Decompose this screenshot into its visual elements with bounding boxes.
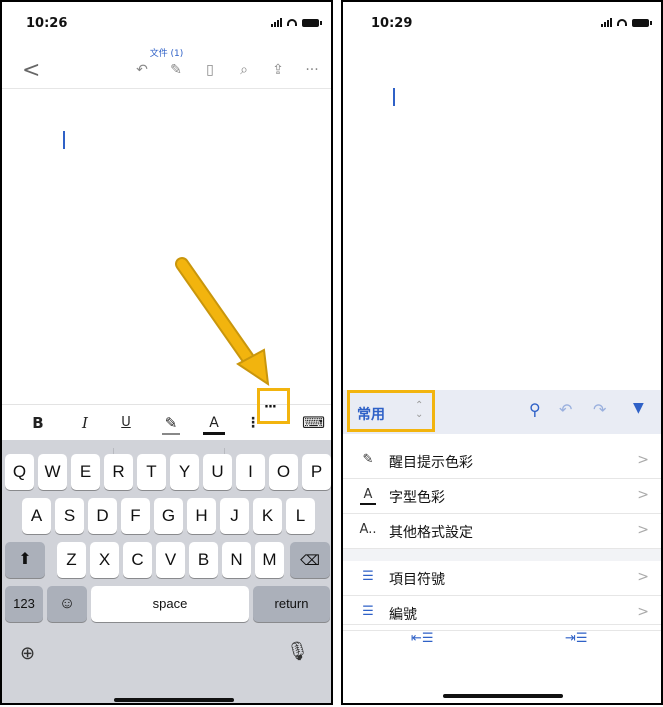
key-f[interactable]: F (121, 498, 150, 534)
underline-button[interactable]: U (116, 411, 136, 435)
chevron-right-icon: > (637, 604, 649, 620)
numbering-icon: ☰ (362, 604, 374, 619)
space-key[interactable]: space (91, 586, 249, 622)
menu-item-bullets[interactable]: ☰ 項目符號 > (343, 561, 661, 596)
highlight-box (347, 390, 435, 432)
key-p[interactable]: P (302, 454, 331, 490)
highlight-box (257, 388, 290, 424)
increase-indent-icon[interactable]: ⇥☰ (565, 631, 588, 646)
key-m[interactable]: M (255, 542, 284, 578)
key-u[interactable]: U (203, 454, 232, 490)
highlight-icon: ✎ (362, 452, 374, 467)
left-phone-screen: 10:26 文件 (1) < ↶ ✎ ▯ ⌕ ⇪ ··· B I U ✎ A ⋮… (0, 0, 333, 705)
key-row-1: QWERTYUIOP (2, 454, 331, 490)
section-divider (343, 549, 661, 561)
microphone-icon[interactable]: 🎙 (286, 641, 309, 662)
undo-icon[interactable]: ↶ (559, 400, 572, 419)
highlight-button[interactable]: ✎ (160, 411, 182, 435)
status-bar: 10:29 (343, 2, 661, 40)
collapse-ribbon-icon[interactable]: ▼ (633, 400, 644, 416)
decrease-indent-icon[interactable]: ⇤☰ (411, 631, 434, 646)
more-format-icon: A.. (359, 522, 377, 537)
font-color-button[interactable]: A (203, 411, 225, 435)
key-k[interactable]: K (253, 498, 282, 534)
key-v[interactable]: V (156, 542, 185, 578)
key-g[interactable]: G (154, 498, 183, 534)
redo-icon[interactable]: ↷ (593, 400, 606, 419)
font-color-label: A (209, 415, 219, 431)
document-canvas[interactable] (343, 42, 661, 388)
bold-button[interactable]: B (28, 411, 48, 435)
font-color-icon: A (357, 487, 379, 505)
chevron-right-icon: > (637, 487, 649, 503)
right-phone-screen: 10:29 常用 ⌃ ⌄ ⚲ ↶ ↷ ▼ ✎ 醒目提示色彩 > A 字型色彩 > … (341, 0, 663, 705)
home-indicator[interactable] (443, 694, 563, 698)
key-h[interactable]: H (187, 498, 216, 534)
chevron-right-icon: > (637, 522, 649, 538)
signal-icon (601, 18, 612, 27)
key-o[interactable]: O (269, 454, 298, 490)
key-s[interactable]: S (55, 498, 84, 534)
key-n[interactable]: N (222, 542, 251, 578)
key-b[interactable]: B (189, 542, 218, 578)
keyboard-dismiss-icon[interactable]: ⌨ (302, 411, 325, 435)
key-row-4: 123 ☺ space return (2, 586, 331, 622)
delete-key[interactable]: ⌫ (290, 542, 330, 578)
home-indicator[interactable] (114, 698, 234, 702)
lightbulb-icon[interactable]: ⚲ (529, 400, 541, 419)
key-w[interactable]: W (38, 454, 67, 490)
key-t[interactable]: T (137, 454, 166, 490)
chevron-right-icon: > (637, 452, 649, 468)
key-c[interactable]: C (123, 542, 152, 578)
key-y[interactable]: Y (170, 454, 199, 490)
key-l[interactable]: L (286, 498, 315, 534)
key-z[interactable]: Z (57, 542, 86, 578)
shift-key[interactable]: ⬆ (5, 542, 45, 578)
bullets-icon: ☰ (362, 569, 374, 584)
key-a[interactable]: A (22, 498, 51, 534)
vertical-dots-icon: ⋮ (246, 415, 260, 431)
status-time: 10:29 (371, 16, 413, 31)
key-j[interactable]: J (220, 498, 249, 534)
return-key[interactable]: return (253, 586, 330, 622)
text-cursor (393, 88, 395, 106)
numbers-key[interactable]: 123 (5, 586, 43, 622)
annotation-arrow-icon (175, 257, 270, 387)
chevron-right-icon: > (637, 569, 649, 585)
menu-item-font-color[interactable]: A 字型色彩 > (343, 479, 661, 514)
battery-icon (632, 18, 652, 27)
key-r[interactable]: R (104, 454, 133, 490)
indent-toolbar: ⇤☰ ⇥☰ (343, 624, 661, 653)
key-row-2: ASDFGHJKL (2, 498, 331, 534)
key-row-3: ⬆ ⌫ ZXCVBNM (2, 542, 331, 578)
globe-icon[interactable]: ⊕ (20, 643, 35, 664)
menu-item-more-format[interactable]: A.. 其他格式設定 > (343, 514, 661, 549)
menu-item-highlight-color[interactable]: ✎ 醒目提示色彩 > (343, 444, 661, 479)
key-x[interactable]: X (90, 542, 119, 578)
emoji-key[interactable]: ☺ (47, 586, 87, 622)
key-d[interactable]: D (88, 498, 117, 534)
italic-button[interactable]: I (75, 411, 95, 435)
key-i[interactable]: I (236, 454, 265, 490)
key-q[interactable]: Q (5, 454, 34, 490)
wifi-icon (617, 19, 627, 26)
highlight-icon: ✎ (164, 414, 178, 432)
key-e[interactable]: E (71, 454, 100, 490)
on-screen-keyboard: QWERTYUIOP ASDFGHJKL ⬆ ⌫ ZXCVBNM 123 ☺ s… (2, 440, 331, 703)
